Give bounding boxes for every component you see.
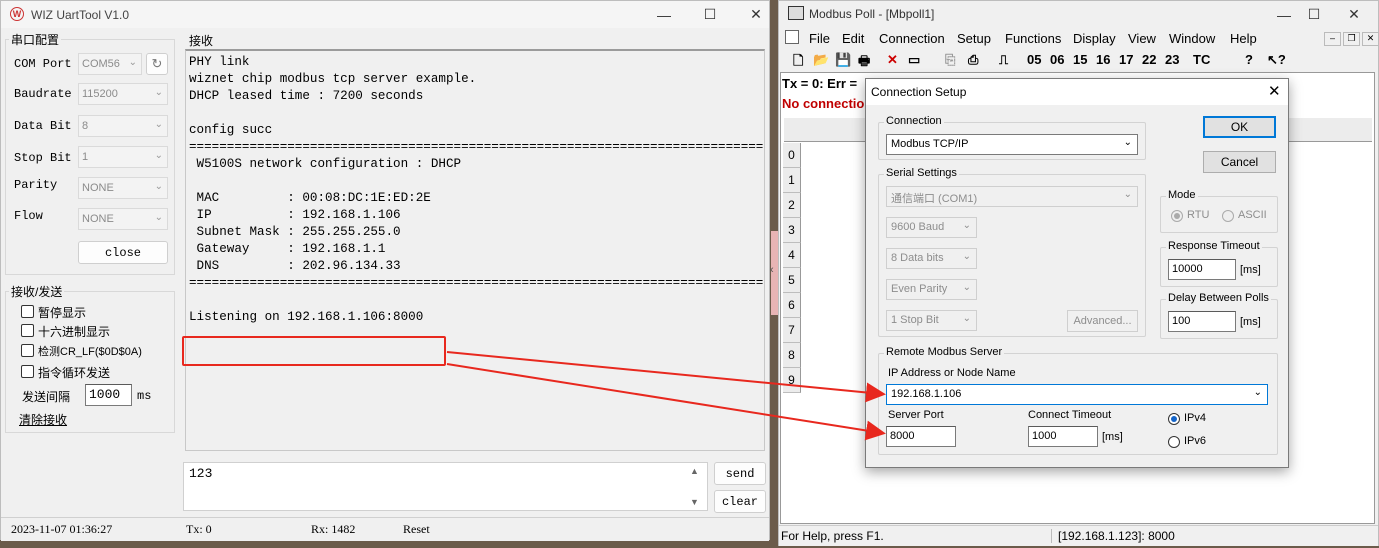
- arrow-to-ip: [446, 351, 886, 403]
- annotation-arrows: [446, 351, 886, 441]
- arrow-to-port: [446, 363, 886, 441]
